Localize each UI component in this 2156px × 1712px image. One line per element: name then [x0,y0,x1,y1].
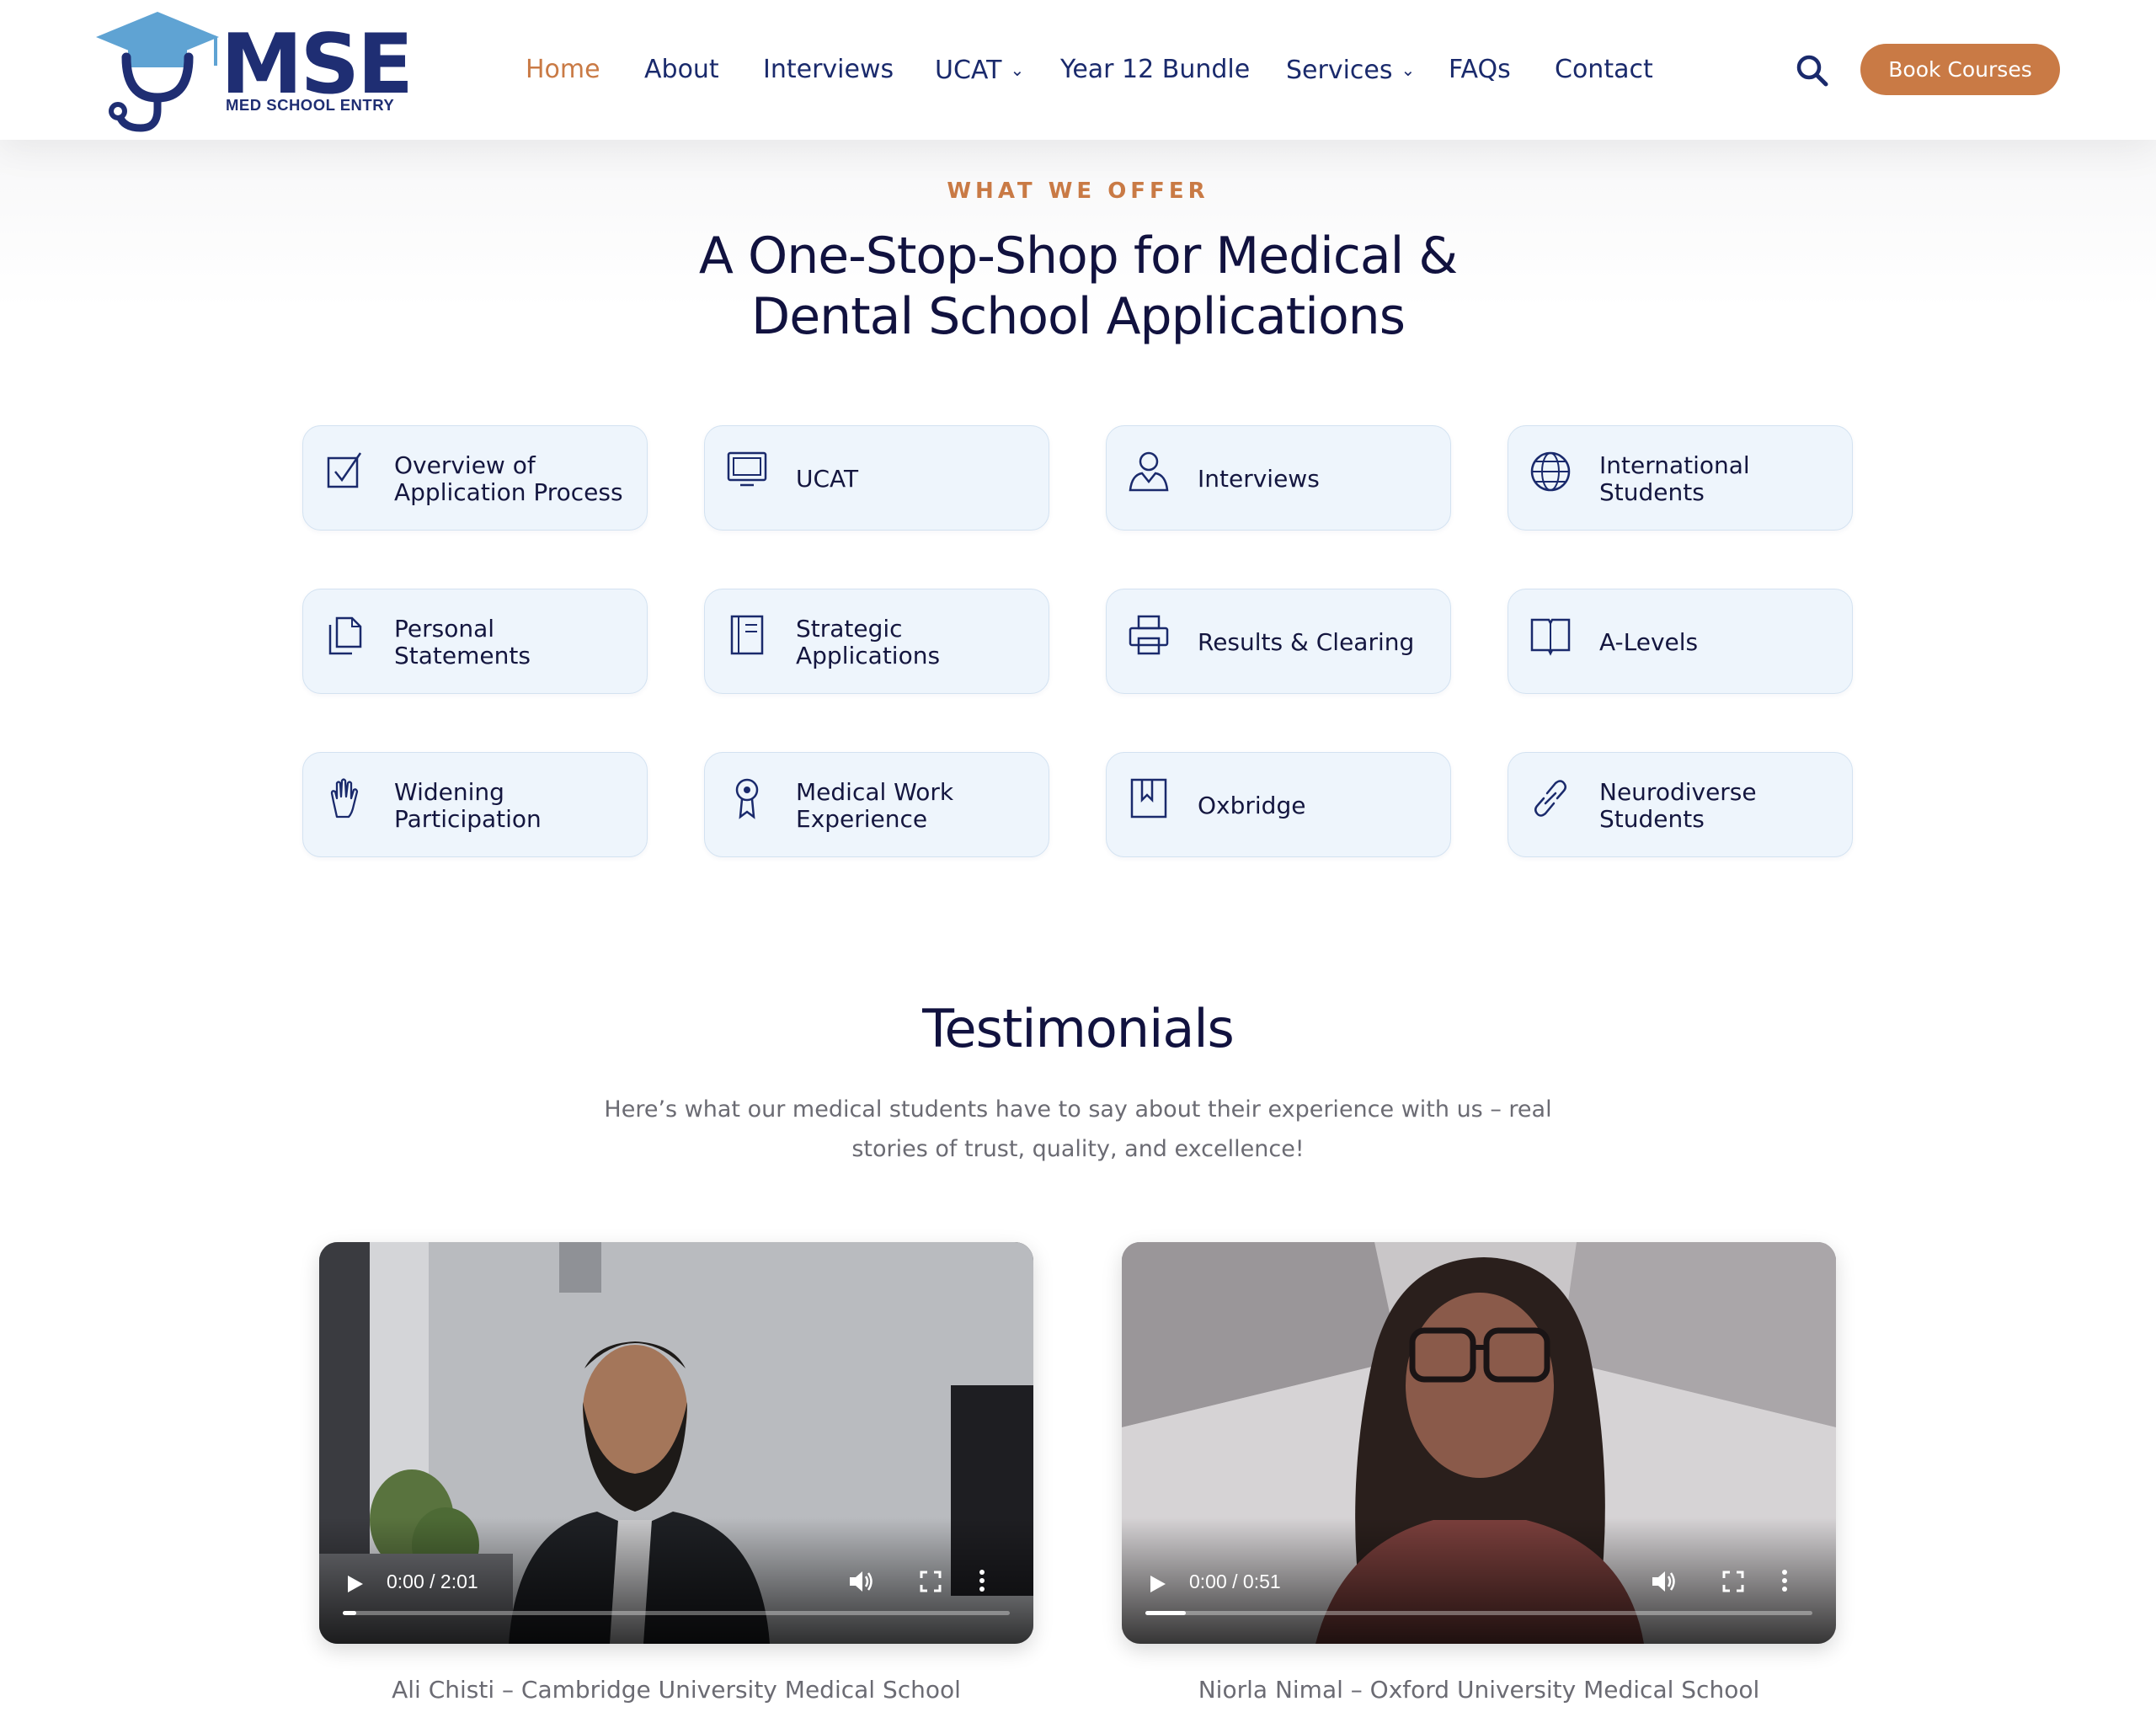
search-icon [1796,55,1828,87]
card-label: Students [1599,477,1705,506]
card-label: Statements [394,641,531,669]
nav-contact[interactable]: Contact [1555,49,1653,91]
card-label: A-Levels [1599,627,1699,656]
nav-services[interactable]: Services ⌄ [1286,49,1415,92]
logo-tagline: MED SCHOOL ENTRY [226,96,395,114]
video-caption-1: Ali Chisti – Cambridge University Medica… [392,1676,961,1704]
card-ucat[interactable]: UCAT [704,425,1049,531]
video-progress-bar[interactable] [343,1611,1010,1615]
site-header: MSE MED SCHOOL ENTRY Home About Intervie… [0,0,2156,140]
video-progress-fill [343,1611,356,1615]
section-headline: A One-Stop-Shop for Medical & Dental Sch… [573,226,1583,347]
nav-ucat[interactable]: UCAT ⌄ [935,49,1024,92]
site-logo[interactable]: MSE MED SCHOOL ENTRY [94,8,414,135]
card-label: Personal [394,614,495,643]
headline-line-1: A One-Stop-Shop for Medical & [698,227,1458,285]
person-icon [1129,451,1169,492]
card-overview-application-process[interactable]: Overview of Application Process [302,425,648,531]
nav-interviews[interactable]: Interviews [763,49,894,91]
video-caption-2: Niorla Nimal – Oxford University Medical… [1198,1676,1760,1704]
graduation-cap-stethoscope-icon [96,12,219,132]
video-player-1[interactable]: 0:00 / 2:01 [319,1242,1033,1644]
chevron-down-icon: ⌄ [1010,60,1025,80]
volume-icon[interactable] [1651,1570,1678,1593]
printer-icon [1129,615,1169,655]
card-personal-statements[interactable]: Personal Statements [302,589,648,694]
card-label: International [1599,451,1750,479]
more-options-icon[interactable] [978,1568,986,1593]
card-medical-work-experience[interactable]: Medical Work Experience [704,752,1049,857]
card-label: Applications [796,641,941,669]
testimonials-subtitle: Here’s what our medical students have to… [590,1090,1566,1169]
volume-icon[interactable] [848,1570,875,1593]
card-label: Widening [394,777,504,806]
more-options-icon[interactable] [1780,1568,1789,1593]
hand-icon [330,778,359,819]
open-book-icon [1530,618,1571,656]
card-label: Participation [394,804,542,833]
monitor-icon [727,451,767,487]
card-strategic-applications[interactable]: Strategic Applications [704,589,1049,694]
card-label: Neurodiverse [1599,777,1757,806]
headline-line-2: Dental School Applications [751,287,1406,346]
subtitle-line-2: stories of trust, quality, and excellenc… [851,1136,1305,1162]
video-player-2[interactable]: 0:00 / 0:51 [1122,1242,1836,1644]
chevron-down-icon: ⌄ [1401,60,1416,80]
bookmark-icon [1130,778,1167,819]
card-label: Results & Clearing [1198,627,1415,656]
checkbox-icon [327,452,362,488]
fullscreen-icon[interactable] [919,1570,942,1593]
link-icon [1534,780,1566,817]
documents-icon [328,616,362,655]
play-icon[interactable] [344,1573,365,1595]
search-button[interactable] [1794,52,1831,89]
card-neurodiverse-students[interactable]: Neurodiverse Students [1508,752,1853,857]
logo-wordmark: MSE [221,17,414,113]
nav-home[interactable]: Home [526,49,600,91]
award-ribbon-icon [735,778,759,819]
card-label: Overview of [394,451,536,479]
card-label: UCAT [796,464,859,493]
card-label: Application Process [394,477,623,506]
card-label: Interviews [1198,464,1320,493]
services-grid: Overview of Application Process UCAT Inte… [302,425,1853,858]
video-progress-fill [1145,1611,1186,1615]
card-label: Medical Work [796,777,954,806]
card-results-clearing[interactable]: Results & Clearing [1106,589,1451,694]
book-courses-button[interactable]: Book Courses [1860,44,2060,95]
card-label: Oxbridge [1198,791,1306,819]
card-label: Students [1599,804,1705,833]
card-widening-participation[interactable]: Widening Participation [302,752,648,857]
testimonials-title: Testimonials [922,998,1235,1059]
card-international-students[interactable]: International Students [1508,425,1853,531]
card-label: Strategic [796,614,903,643]
subtitle-line-1: Here’s what our medical students have to… [604,1096,1552,1123]
card-oxbridge[interactable]: Oxbridge [1106,752,1451,857]
globe-icon [1530,451,1571,492]
video-time: 0:00 / 2:01 [387,1571,478,1592]
notebook-icon [730,615,764,655]
card-label: Experience [796,804,928,833]
video-progress-bar[interactable] [1145,1611,1812,1615]
nav-faqs[interactable]: FAQs [1449,49,1511,91]
section-eyebrow: WHAT WE OFFER [947,179,1209,204]
fullscreen-icon[interactable] [1721,1570,1745,1593]
card-a-levels[interactable]: A-Levels [1508,589,1853,694]
nav-year-12-bundle[interactable]: Year 12 Bundle [1060,49,1250,91]
play-icon[interactable] [1147,1573,1167,1595]
video-time: 0:00 / 0:51 [1189,1571,1281,1592]
card-interviews[interactable]: Interviews [1106,425,1451,531]
nav-about[interactable]: About [644,49,719,91]
